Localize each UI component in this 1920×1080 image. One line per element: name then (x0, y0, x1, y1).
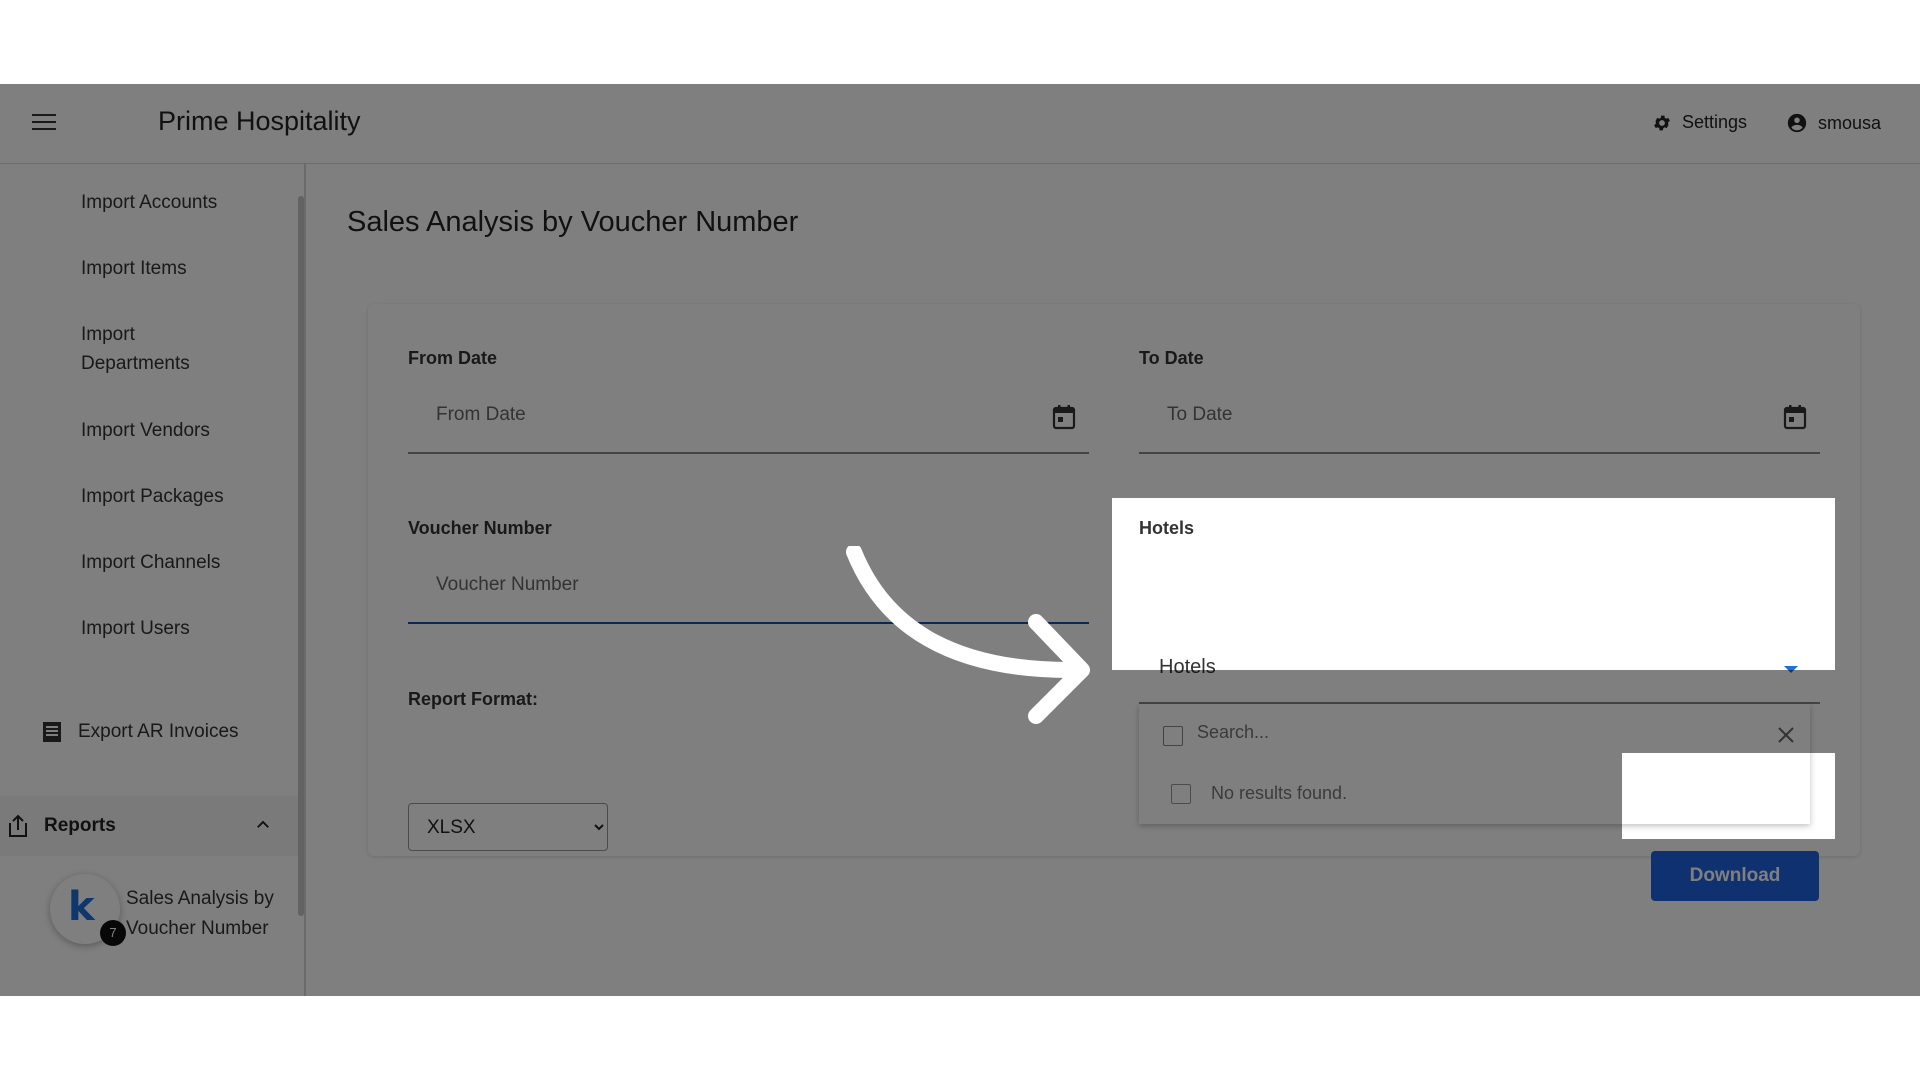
chevron-up-icon[interactable] (254, 816, 272, 834)
hotels-select-value: Hotels (1159, 656, 1216, 678)
menu-icon[interactable] (32, 114, 56, 132)
to-date-input[interactable] (1167, 404, 1667, 426)
user-label: smousa (1818, 112, 1882, 133)
from-date-label: From Date (408, 348, 498, 368)
voucher-number-label: Voucher Number (408, 518, 552, 538)
help-widget-button[interactable]: k 7 (50, 874, 126, 946)
top-bar: Prime Hospitality Settings smousa (0, 84, 1920, 164)
sidebar-scrollbar[interactable] (298, 196, 304, 916)
report-format-label: Report Format: (408, 689, 538, 709)
app-window: Prime Hospitality Settings smousa Import… (0, 84, 1920, 996)
sidebar-item-export-ar-invoices[interactable]: Export AR Invoices (40, 720, 239, 744)
calendar-icon[interactable] (1052, 404, 1076, 430)
sidebar-item-import-vendors[interactable]: Import Vendors (81, 416, 281, 445)
sidebar-item-label: Export AR Invoices (78, 721, 239, 742)
app-title: Prime Hospitality (158, 106, 361, 136)
page-title: Sales Analysis by Voucher Number (347, 206, 799, 238)
sidebar-item-sales-analysis[interactable]: Sales Analysis by Voucher Number (126, 884, 276, 944)
no-results-row: No results found. (1149, 764, 1800, 824)
hotels-label: Hotels (1139, 518, 1195, 538)
caret-down-icon (1784, 666, 1798, 673)
sidebar-item-import-channels[interactable]: Import Channels (81, 548, 281, 577)
calendar-icon[interactable] (1783, 404, 1807, 430)
share-icon (9, 814, 27, 837)
sidebar-item-import-users[interactable]: Import Users (81, 614, 281, 643)
sidebar: Import Accounts Import Items Import Depa… (0, 164, 306, 996)
from-date-field[interactable] (408, 384, 1089, 454)
sidebar-section-reports[interactable]: Reports (0, 796, 298, 856)
close-icon[interactable] (1777, 726, 1795, 744)
gear-icon (1654, 115, 1670, 130)
option-checkbox (1171, 784, 1191, 804)
no-results-text: No results found. (1211, 783, 1348, 803)
help-widget-logo: k (68, 884, 95, 930)
sidebar-item-import-items[interactable]: Import Items (81, 254, 281, 283)
sidebar-item-import-departments[interactable]: Import Departments (81, 320, 221, 378)
voucher-number-input[interactable] (436, 574, 936, 596)
sidebar-item-import-packages[interactable]: Import Packages (81, 482, 281, 511)
report-format-select[interactable]: XLSX (408, 803, 608, 851)
receipt-icon (43, 722, 61, 742)
hotels-select[interactable]: Hotels (1139, 634, 1820, 704)
user-menu-button[interactable]: smousa (1786, 112, 1881, 134)
to-date-field[interactable] (1139, 384, 1820, 454)
select-all-checkbox[interactable] (1163, 726, 1183, 746)
sidebar-section-label: Reports (44, 815, 116, 836)
from-date-input[interactable] (436, 404, 936, 426)
sidebar-item-import-accounts[interactable]: Import Accounts (81, 188, 281, 217)
hotels-dropdown-menu: No results found. (1139, 704, 1810, 824)
voucher-number-field[interactable] (408, 554, 1089, 624)
to-date-label: To Date (1139, 348, 1204, 368)
notification-count-badge: 7 (100, 920, 126, 946)
hotels-search-row (1149, 704, 1800, 764)
hotels-search-input[interactable] (1197, 722, 1717, 743)
download-button[interactable]: Download (1651, 851, 1819, 901)
settings-label: Settings (1682, 112, 1748, 132)
settings-button[interactable]: Settings (1652, 112, 1747, 133)
account-circle-icon (1787, 113, 1807, 133)
